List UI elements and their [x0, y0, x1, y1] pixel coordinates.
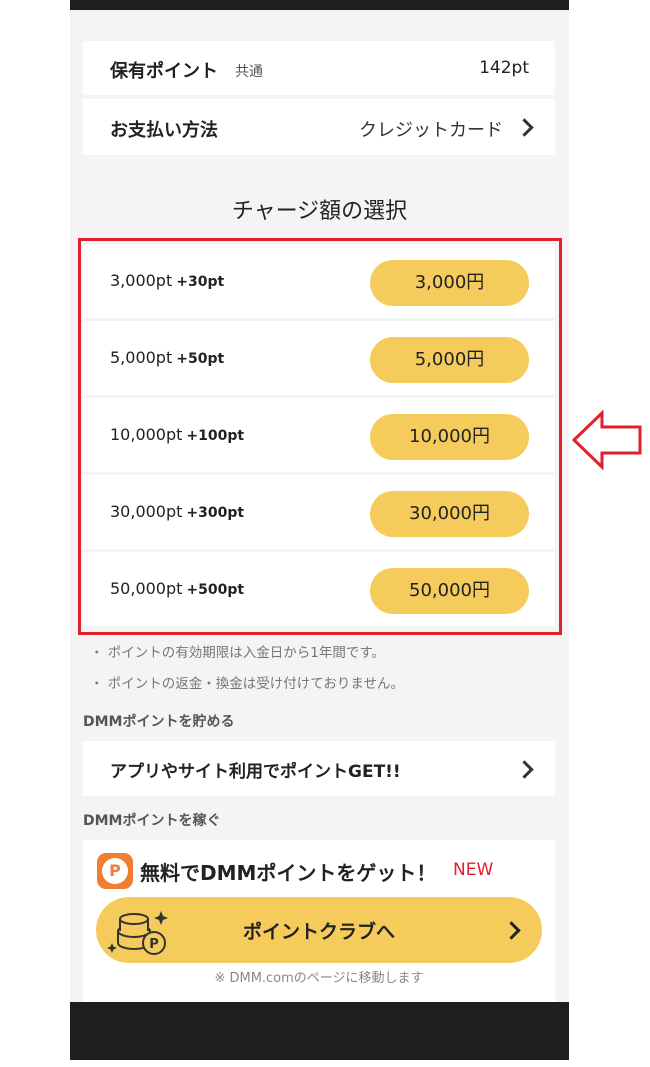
point-club-headline: 無料でDMMポイントをゲット！	[140, 861, 437, 885]
point-club-logo-icon: P	[97, 853, 133, 889]
status-bar	[70, 0, 569, 10]
point-club-card: P 無料でDMMポイントをゲット！ NEW P ポイントクラブへ ※ DMM.c…	[83, 840, 555, 1002]
navigation-bar	[70, 1002, 569, 1060]
points-shared-label: 共通	[235, 64, 263, 80]
payment-value: クレジットカード	[359, 120, 503, 141]
save-section-heading: DMMポイントを貯める	[83, 714, 235, 730]
chevron-right-icon	[515, 760, 534, 779]
chevron-right-icon	[515, 118, 534, 137]
redirect-note: ※ DMM.comのページに移動します	[214, 971, 424, 986]
points-balance-row: 保有ポイント 共通 142pt	[83, 41, 555, 95]
payment-label: お支払い方法	[110, 120, 218, 141]
payment-method-row[interactable]: お支払い方法 クレジットカード	[83, 99, 555, 155]
point-club-button[interactable]: P ポイントクラブへ	[96, 897, 542, 963]
points-value: 142pt	[479, 58, 529, 78]
note-expiry: ・ ポイントの有効期限は入金日から1年間です。	[90, 645, 386, 661]
new-badge: NEW	[453, 860, 494, 880]
earn-section-heading: DMMポイントを稼ぐ	[83, 813, 221, 829]
app-points-link-label: アプリやサイト利用でポイントGET!!	[110, 762, 401, 782]
note-refund: ・ ポイントの返金・換金は受け付けておりません。	[90, 676, 404, 692]
charge-title: チャージ額の選択	[231, 199, 408, 224]
app-points-link[interactable]: アプリやサイト利用でポイントGET!!	[83, 741, 555, 796]
highlight-frame	[78, 238, 562, 635]
point-club-button-label: ポイントクラブへ	[242, 921, 395, 943]
points-label: 保有ポイント	[110, 61, 218, 82]
arrow-left-icon	[572, 410, 642, 470]
